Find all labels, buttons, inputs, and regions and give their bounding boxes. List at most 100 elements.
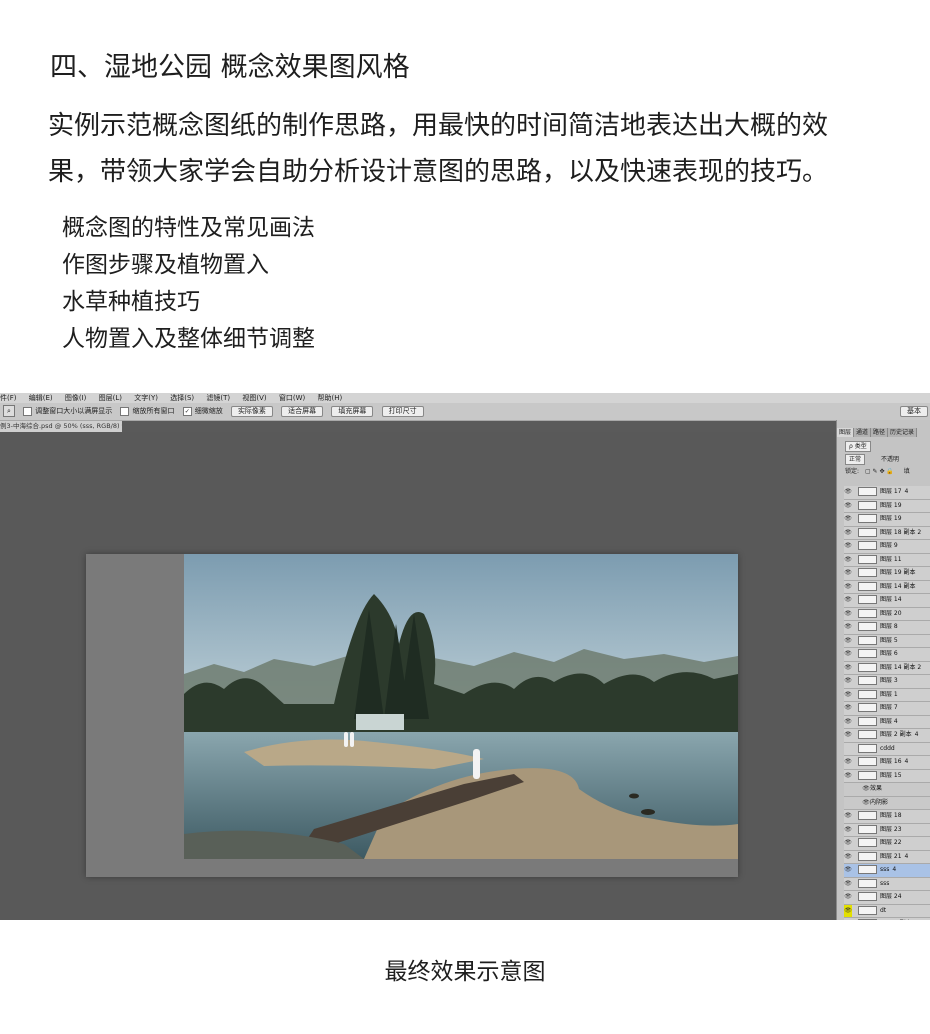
visibility-eye-icon[interactable]: 👁 bbox=[844, 540, 852, 552]
layer-thumbnail bbox=[858, 919, 877, 920]
blend-mode-select[interactable]: 正常 bbox=[845, 454, 866, 465]
layer-row[interactable]: 👁 图层 6 bbox=[844, 648, 930, 662]
visibility-eye-icon[interactable]: 👁 bbox=[844, 878, 852, 890]
menu-item[interactable]: 件(F) bbox=[0, 394, 17, 402]
layer-row[interactable]: 👁 图层 21 4 bbox=[844, 850, 930, 864]
tab-history[interactable]: 历史记录 bbox=[888, 428, 918, 437]
layer-thumbnail bbox=[858, 824, 877, 834]
visibility-eye-icon[interactable]: 👁 bbox=[844, 810, 852, 822]
tab-channels[interactable]: 通道 bbox=[854, 428, 872, 437]
layer-row[interactable]: 👁 图层 19 bbox=[844, 513, 930, 527]
tab-layers[interactable]: 图层 bbox=[837, 428, 855, 437]
intro-line: 实例示范概念图纸的制作思路，用最快的时间简洁地表达出大概的效 bbox=[48, 111, 829, 141]
visibility-eye-icon[interactable]: 👁 bbox=[844, 675, 852, 687]
workspace-switcher[interactable]: 基本 bbox=[900, 406, 928, 417]
visibility-eye-icon[interactable]: 👁 bbox=[844, 621, 852, 633]
layer-row[interactable]: 👁 图层 18 bbox=[844, 810, 930, 824]
visibility-eye-icon[interactable]: 👁 bbox=[844, 608, 852, 620]
visibility-eye-icon[interactable]: 👁 bbox=[844, 486, 852, 498]
visibility-eye-icon[interactable]: 👁 bbox=[844, 513, 852, 525]
visibility-eye-icon[interactable]: 👁 bbox=[844, 729, 852, 741]
visibility-eye-icon[interactable]: 👁 bbox=[844, 918, 852, 920]
layer-row[interactable]: 👁 图层 14 副本 bbox=[844, 580, 930, 594]
layer-row[interactable]: 👁 图层 24 bbox=[844, 891, 930, 905]
document-tab[interactable]: 例3-中海综合.psd @ 50% (sss, RGB/8) * × bbox=[0, 421, 122, 432]
layer-row[interactable]: 👁 图层 18 副本 2 bbox=[844, 526, 930, 540]
layer-row[interactable]: 👁 图层 9 bbox=[844, 540, 930, 554]
layer-row[interactable]: 👁 图层 1 bbox=[844, 688, 930, 702]
fill-label: 填 bbox=[903, 468, 910, 475]
layer-row[interactable]: 👁 dt bbox=[844, 904, 930, 918]
scrubby-zoom-checkbox[interactable]: ✓ bbox=[182, 406, 192, 416]
fit-screen-button[interactable]: 适合屏幕 bbox=[281, 405, 324, 417]
visibility-eye-icon[interactable]: 👁 bbox=[844, 648, 852, 660]
fill-screen-button[interactable]: 填充屏幕 bbox=[331, 405, 374, 417]
layer-row[interactable]: 👁 图层 22 bbox=[844, 837, 930, 851]
layer-row[interactable]: 👁 图层 16 4 bbox=[844, 756, 930, 770]
layer-row[interactable]: 👁 图层 5 bbox=[844, 634, 930, 648]
visibility-eye-icon[interactable]: 👁 bbox=[844, 635, 852, 647]
layer-row[interactable]: 👁 图层 23 bbox=[844, 823, 930, 837]
visibility-eye-icon[interactable]: 👁 bbox=[844, 756, 852, 768]
layer-row[interactable]: 👁 图层 4 bbox=[844, 715, 930, 729]
visibility-eye-icon[interactable]: 👁 bbox=[844, 837, 852, 849]
menu-item[interactable]: 图层(L) bbox=[99, 394, 122, 402]
visibility-eye-icon[interactable]: 👁 bbox=[844, 500, 852, 512]
visibility-eye-icon[interactable]: 👁 bbox=[844, 594, 852, 606]
layer-row[interactable]: 👁 图层 7 bbox=[844, 702, 930, 716]
visibility-eye-icon[interactable]: 👁 bbox=[844, 716, 852, 728]
layer-row[interactable]: cddd bbox=[844, 742, 930, 756]
layer-row[interactable]: 👁 图层 2 副本 4 bbox=[844, 729, 930, 743]
layer-row[interactable]: 👁 sss bbox=[844, 877, 930, 891]
actual-pixels-button[interactable]: 实际像素 bbox=[230, 405, 273, 417]
layer-row[interactable]: 👁内阴影 bbox=[844, 796, 930, 810]
menu-item[interactable]: 编辑(E) bbox=[29, 394, 53, 402]
resize-windows-checkbox[interactable] bbox=[23, 406, 33, 416]
layer-row[interactable]: 👁 图层 3 bbox=[844, 675, 930, 689]
visibility-eye-icon[interactable]: 👁 bbox=[844, 581, 852, 593]
layer-row[interactable]: 👁 图层 20 bbox=[844, 607, 930, 621]
layer-row[interactable]: 👁图层 1 副本 bbox=[844, 918, 930, 920]
visibility-eye-icon[interactable]: 👁 bbox=[844, 554, 852, 566]
zoom-all-windows-checkbox[interactable] bbox=[120, 406, 130, 416]
print-size-button[interactable]: 打印尺寸 bbox=[381, 405, 424, 417]
visibility-eye-icon[interactable]: 👁 bbox=[844, 567, 852, 579]
layer-row[interactable]: 👁效果 bbox=[844, 783, 930, 797]
menu-item[interactable]: 滤镜(T) bbox=[206, 394, 230, 402]
layer-row[interactable]: 👁 图层 8 bbox=[844, 621, 930, 635]
layer-flag: 4 bbox=[904, 852, 909, 860]
visibility-eye-icon[interactable]: 👁 bbox=[844, 527, 852, 539]
menu-item[interactable]: 视图(V) bbox=[242, 394, 266, 402]
layer-row[interactable]: 👁 图层 19 bbox=[844, 499, 930, 513]
layer-row[interactable]: 👁 图层 14 bbox=[844, 594, 930, 608]
visibility-eye-icon[interactable]: 👁 bbox=[862, 783, 870, 795]
menu-item[interactable]: 文字(Y) bbox=[134, 394, 158, 402]
menu-item[interactable]: 图像(I) bbox=[65, 394, 87, 402]
checkbox-label: 调整窗口大小以满屏显示 bbox=[35, 407, 113, 415]
layer-row[interactable]: 👁 图层 14 副本 2 bbox=[844, 661, 930, 675]
visibility-eye-icon[interactable]: 👁 bbox=[844, 851, 852, 863]
tab-paths[interactable]: 路径 bbox=[871, 428, 889, 437]
layer-row[interactable]: 👁 图层 11 bbox=[844, 553, 930, 567]
visibility-eye-icon[interactable]: 👁 bbox=[844, 662, 852, 674]
menu-item[interactable]: 选择(S) bbox=[170, 394, 194, 402]
visibility-eye-icon[interactable]: 👁 bbox=[844, 904, 852, 917]
visibility-eye-icon[interactable]: 👁 bbox=[844, 689, 852, 701]
menu-item[interactable]: 帮助(H) bbox=[317, 394, 342, 402]
menu-item[interactable]: 窗口(W) bbox=[279, 394, 305, 402]
pavilion bbox=[356, 714, 404, 730]
visibility-eye-icon[interactable]: 👁 bbox=[844, 702, 852, 714]
layer-row[interactable]: 👁 图层 15 bbox=[844, 769, 930, 783]
zoom-tool-icon[interactable]: ⌕ bbox=[3, 405, 15, 417]
layer-row[interactable]: 👁 图层 19 副本 bbox=[844, 567, 930, 581]
visibility-eye-icon[interactable]: 👁 bbox=[844, 824, 852, 836]
visibility-eye-icon[interactable]: 👁 bbox=[844, 891, 852, 903]
layer-row[interactable]: 👁 图层 17 4 bbox=[844, 486, 930, 500]
layer-filter-select[interactable]: ρ 类型 bbox=[845, 441, 871, 452]
layer-thumbnail bbox=[858, 500, 877, 510]
visibility-eye-icon[interactable]: 👁 bbox=[844, 864, 852, 876]
visibility-eye-icon[interactable]: 👁 bbox=[844, 770, 852, 782]
lock-icon[interactable]: ▢ ✎ ✥ 🔒 bbox=[865, 468, 894, 475]
layer-row[interactable]: 👁 sss 4 bbox=[844, 864, 930, 878]
visibility-eye-icon[interactable]: 👁 bbox=[862, 797, 870, 809]
